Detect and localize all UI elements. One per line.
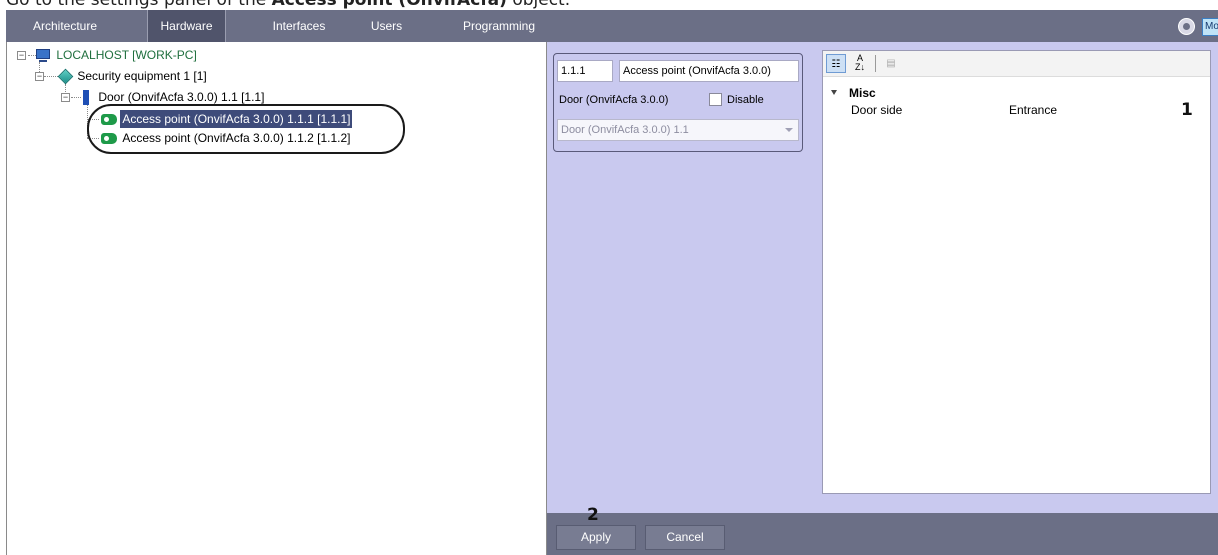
main-tab-bar: Architecture Hardware Interfaces Users P…	[6, 10, 1218, 42]
object-id-field[interactable]: 1.1.1	[557, 60, 613, 82]
categorized-view-icon[interactable]: ☷	[826, 54, 846, 73]
object-settings-box: 1.1.1 Access point (OnvifAcfa 3.0.0) Doo…	[553, 53, 803, 152]
tree-node-label-selected: Access point (OnvifAcfa 3.0.0) 1.1.1 [1.…	[120, 110, 353, 128]
tab-architecture[interactable]: Architecture	[6, 10, 124, 42]
parent-label: Door (OnvifAcfa 3.0.0)	[559, 94, 669, 106]
disable-checkbox[interactable]	[709, 93, 722, 106]
object-name-field[interactable]: Access point (OnvifAcfa 3.0.0)	[619, 60, 799, 82]
toolbar-divider	[875, 55, 876, 72]
tree-node-label: Door (OnvifAcfa 3.0.0) 1.1 [1.1]	[98, 90, 265, 104]
bottom-action-bar: Apply Cancel	[547, 513, 1218, 555]
access-point-icon	[101, 133, 117, 145]
tree-connector	[44, 76, 58, 77]
door-icon	[83, 90, 89, 106]
caption-bold: Access point (OnvifAcfa)	[271, 0, 507, 10]
tree-node-door[interactable]: Door (OnvifAcfa 3.0.0) 1.1 [1.1]	[83, 88, 266, 106]
computer-icon	[35, 48, 51, 63]
tree-node-access-point-2[interactable]: Access point (OnvifAcfa 3.0.0) 1.1.2 [1.…	[101, 129, 352, 147]
tree-connector	[71, 97, 81, 98]
tree-node-label: LOCALHOST [WORK-PC]	[56, 48, 197, 62]
property-value[interactable]: Entrance	[1009, 102, 1057, 118]
cancel-button[interactable]: Cancel	[645, 525, 725, 550]
collapse-triangle-icon	[831, 90, 837, 95]
tree-connector	[87, 104, 88, 138]
tab-programming[interactable]: Programming	[455, 10, 543, 42]
chevron-down-icon	[785, 128, 793, 132]
property-row-door-side[interactable]: Door side Entrance	[823, 102, 1210, 118]
property-pages-icon[interactable]: ▤	[881, 54, 901, 73]
tree-node-label: Access point (OnvifAcfa 3.0.0) 1.1.2 [1.…	[122, 131, 351, 145]
property-category-label: Misc	[849, 86, 876, 100]
instruction-caption: Go to the settings panel of the Access p…	[6, 0, 570, 10]
sort-alphabetical-icon[interactable]: A Z↓	[850, 54, 870, 73]
callout-2: 2	[587, 505, 599, 525]
tree-connector	[87, 119, 99, 120]
tree-node-security-equipment[interactable]: Security equipment 1 [1]	[57, 67, 209, 85]
caption-prefix: Go to the settings panel of the	[6, 0, 272, 10]
parent-device-select-value: Door (OnvifAcfa 3.0.0) 1.1	[561, 124, 689, 136]
top-right-button[interactable]: Mo	[1202, 18, 1218, 36]
tree-node-label: Security equipment 1 [1]	[77, 69, 207, 83]
disable-label: Disable	[727, 94, 764, 106]
apply-button[interactable]: Apply	[556, 525, 636, 550]
caption-suffix: object.	[506, 0, 571, 10]
properties-panel: ☷ A Z↓ ▤ Misc Door side Entrance	[815, 42, 1218, 513]
tree-collapse-toggle[interactable]: −	[17, 51, 26, 60]
access-point-icon	[101, 114, 117, 126]
property-name: Door side	[851, 103, 903, 117]
tree-collapse-toggle[interactable]: −	[61, 93, 70, 102]
tree-connector	[87, 138, 99, 139]
property-category-row[interactable]: Misc	[823, 85, 1210, 101]
tab-hardware[interactable]: Hardware	[147, 10, 226, 42]
tab-users[interactable]: Users	[359, 10, 414, 42]
property-grid: ☷ A Z↓ ▤ Misc Door side Entrance	[822, 50, 1211, 494]
cube-icon	[57, 69, 74, 85]
parent-device-select[interactable]: Door (OnvifAcfa 3.0.0) 1.1	[557, 119, 799, 141]
tree-node-access-point-1[interactable]: Access point (OnvifAcfa 3.0.0) 1.1.1 [1.…	[101, 110, 353, 128]
tree-collapse-toggle[interactable]: −	[35, 72, 44, 81]
settings-gear-icon[interactable]	[1178, 18, 1195, 35]
tree-node-localhost[interactable]: LOCALHOST [WORK-PC]	[35, 46, 199, 64]
callout-1: 1	[1181, 100, 1193, 120]
tab-interfaces[interactable]: Interfaces	[254, 10, 344, 42]
hardware-tree-panel: − − − LOCALHOST [WORK-PC] Security equip…	[6, 42, 547, 555]
property-grid-toolbar: ☷ A Z↓ ▤	[823, 51, 1210, 77]
object-settings-panel: 1.1.1 Access point (OnvifAcfa 3.0.0) Doo…	[547, 42, 815, 513]
